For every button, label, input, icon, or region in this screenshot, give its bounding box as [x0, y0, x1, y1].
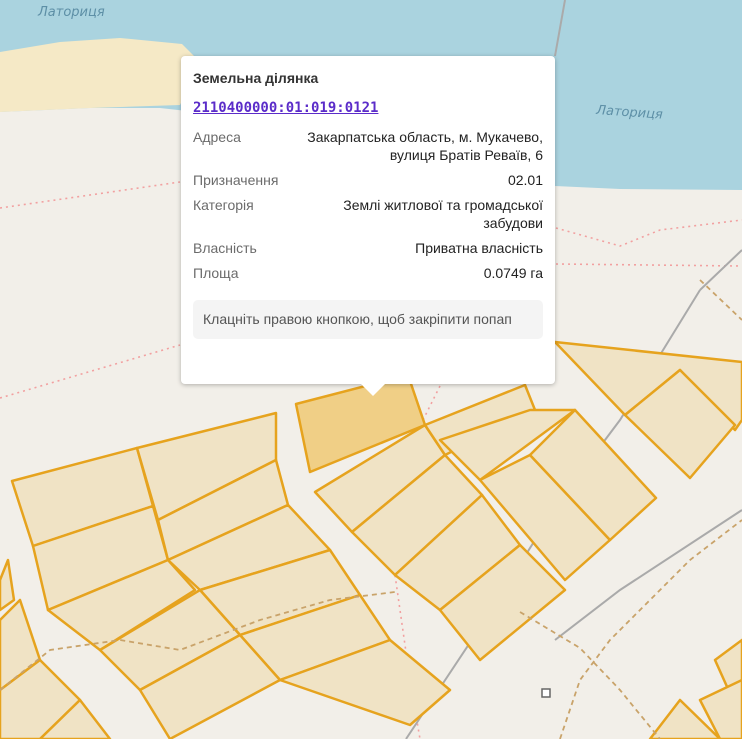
cadastral-number-link[interactable]: 2110400000:01:019:0121: [193, 100, 378, 116]
field-label: Власність: [193, 240, 257, 256]
field-label: Категорія: [193, 197, 254, 213]
parcel-popup: Земельна ділянка 2110400000:01:019:0121 …: [181, 56, 555, 396]
field-value: Приватна власність: [415, 240, 543, 256]
popup-tip: [361, 384, 385, 396]
field-row-area: Площа 0.0749 га: [193, 264, 543, 282]
field-value: 02.01: [507, 172, 543, 188]
field-row-category: Категорія Землі житлової та громадської …: [193, 196, 543, 232]
field-label: Площа: [193, 265, 239, 281]
field-value: Закарпатська область, м. Мукачево, вулиц…: [307, 129, 543, 163]
field-row-ownership: Власність Приватна власність: [193, 239, 543, 257]
sand-bank: [0, 38, 200, 112]
map-marker: [541, 688, 551, 698]
field-value: Землі житлової та громадської забудови: [343, 197, 543, 231]
field-row-address: Адреса Закарпатська область, м. Мукачево…: [193, 128, 543, 164]
field-label: Адреса: [193, 129, 241, 145]
pin-popup-hint: Клацніть правою кнопкою, щоб закріпити п…: [193, 300, 543, 339]
water-label-top: Латориця: [37, 5, 105, 20]
field-row-purpose: Призначення 02.01: [193, 171, 543, 189]
popup-title: Земельна ділянка: [193, 70, 319, 86]
field-value: 0.0749 га: [483, 265, 543, 281]
field-label: Призначення: [193, 172, 279, 188]
